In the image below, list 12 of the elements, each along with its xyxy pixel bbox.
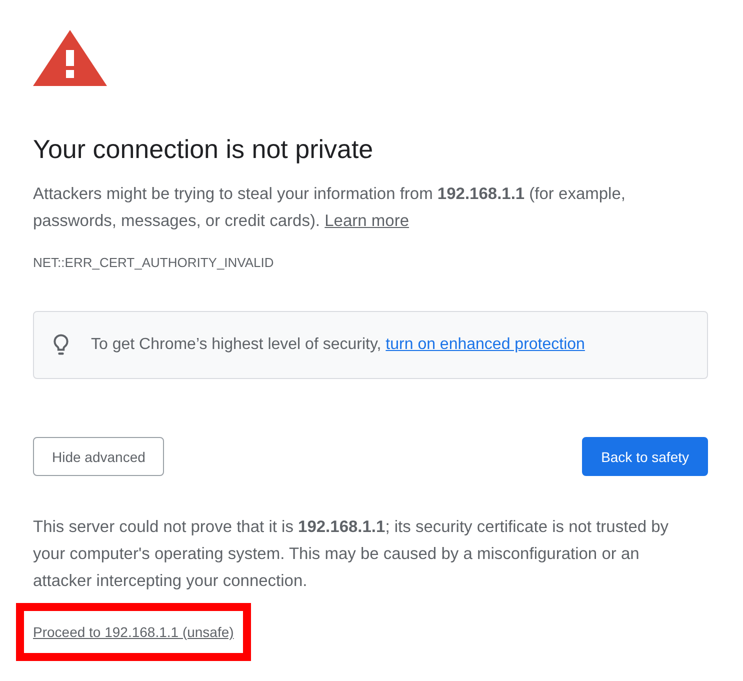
page-heading: Your connection is not private (33, 133, 374, 166)
warning-triangle-icon (33, 30, 107, 86)
enhanced-protection-text: To get Chrome’s highest level of security, turn on enhanced protection (91, 335, 585, 355)
learn-more-link[interactable]: Learn more (324, 212, 410, 230)
hide-advanced-button[interactable]: Hide advanced (33, 437, 164, 476)
proceed-link[interactable]: Proceed to 192.168.1.1 (unsafe) (33, 623, 234, 641)
details-text: This server could not prove that it is 192.168.1.1; its security certificate is not trusted by your computer's operating system. This may be caused by a misconfiguration or an attacker intercepting your connection. (33, 517, 670, 592)
error-code: NET::ERR_CERT_AUTHORITY_INVALID (33, 254, 275, 272)
warning-text: Attackers might be trying to steal your information from 192.168.1.1 (for example, passwords, messages, or credit cards). Learn more (33, 184, 626, 232)
enhanced-protection-link[interactable]: turn on enhanced protection (386, 336, 585, 353)
back-to-safety-button[interactable]: Back to safety (582, 437, 708, 476)
lightbulb-icon (53, 334, 69, 356)
